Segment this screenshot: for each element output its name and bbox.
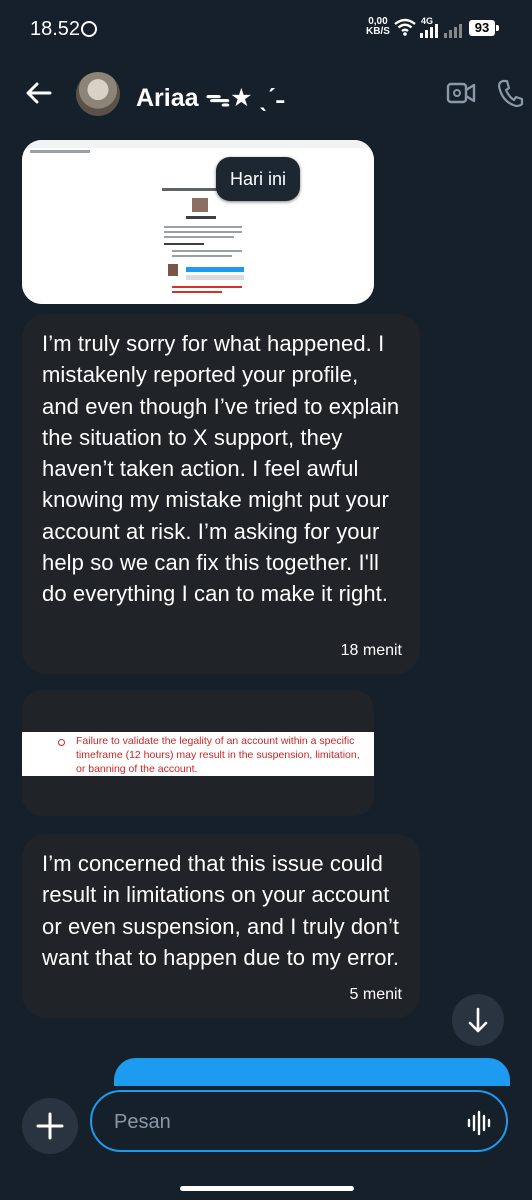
message-timestamp: 18 menit (340, 642, 402, 659)
image-message-document[interactable] (22, 140, 374, 304)
scroll-to-bottom-button[interactable] (452, 994, 504, 1046)
back-arrow-icon[interactable] (24, 78, 54, 108)
received-message-bubble[interactable]: I’m truly sorry for what happened. I mis… (22, 314, 420, 674)
video-call-icon[interactable] (446, 80, 476, 106)
message-text: I’m truly sorry for what happened. I mis… (42, 331, 400, 607)
received-message-bubble[interactable]: I’m concerned that this issue could resu… (22, 834, 420, 1018)
network-speed: 0,00 KB/S (366, 17, 390, 37)
bullet-circle-icon (58, 739, 65, 746)
signal-icon (420, 24, 438, 38)
status-bar: 18.52 0,00 KB/S 4G 93 (0, 0, 532, 58)
conversation-header: Ariaa ᯓ★ ˎˊ˗ (0, 60, 532, 130)
date-divider: Hari ini (216, 157, 300, 201)
notification-bubble-icon (81, 21, 97, 37)
status-time: 18.52 (30, 18, 81, 40)
message-composer (0, 1086, 532, 1200)
document-screenshot-image (22, 140, 374, 304)
phone-icon[interactable] (496, 78, 524, 108)
message-text: I’m concerned that this issue could resu… (42, 851, 400, 970)
message-field[interactable] (90, 1090, 508, 1152)
voice-wave-icon[interactable] (466, 1110, 492, 1136)
avatar[interactable] (76, 72, 120, 116)
arrow-down-icon (468, 1007, 488, 1033)
policy-image-text: Failure to validate the legality of an a… (76, 735, 360, 775)
message-input[interactable] (112, 1106, 436, 1138)
network-speed-unit: KB/S (366, 26, 390, 37)
plus-icon (36, 1112, 64, 1140)
home-indicator[interactable] (180, 1186, 354, 1191)
image-message-policy[interactable]: Failure to validate the legality of an a… (22, 690, 374, 816)
contact-name[interactable]: Ariaa ᯓ★ ˎˊ˗ (136, 80, 284, 114)
battery-level: 93 (469, 20, 499, 36)
message-timestamp: 5 menit (349, 986, 402, 1003)
signal-2-icon (444, 24, 462, 38)
wifi-icon (394, 18, 416, 36)
add-attachment-button[interactable] (22, 1098, 78, 1154)
